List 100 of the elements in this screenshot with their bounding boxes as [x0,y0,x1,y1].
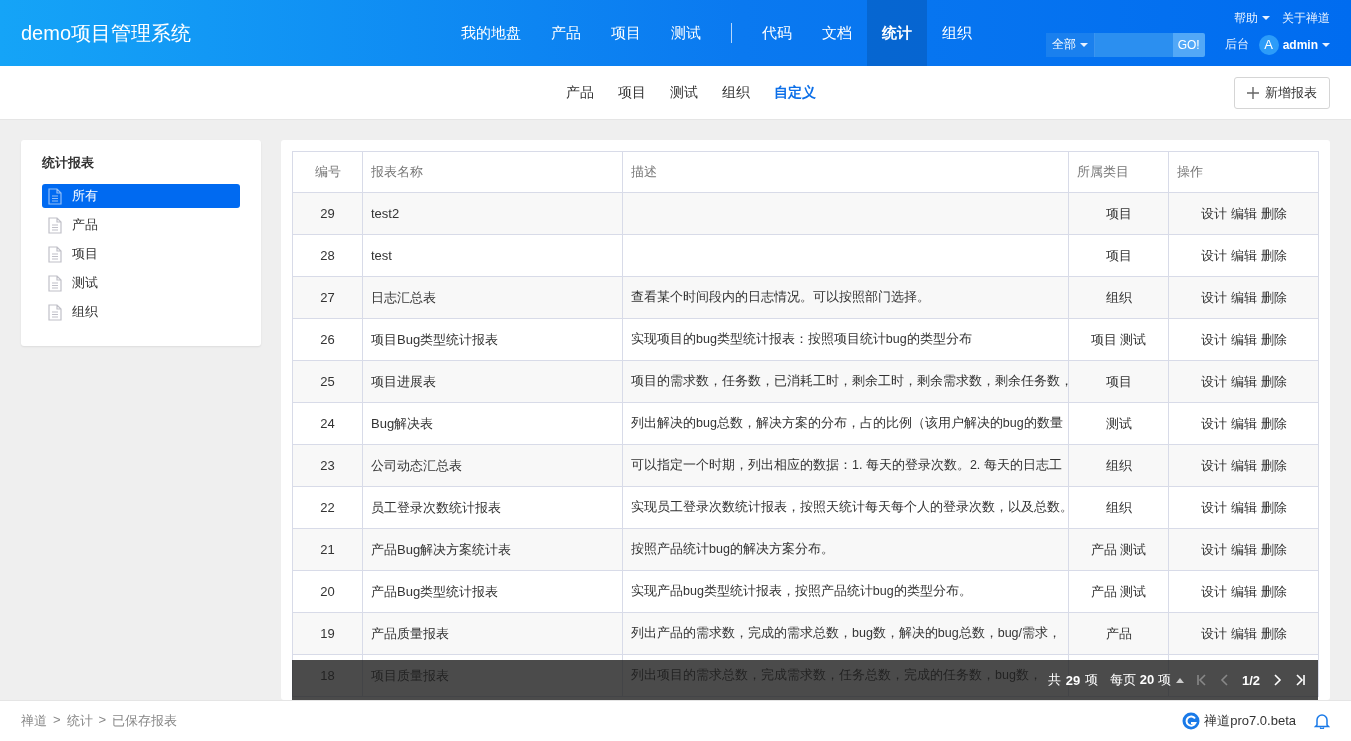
sidebar-item[interactable]: 测试 [42,271,240,295]
report-category: 组织 [1105,289,1132,305]
last-page-icon[interactable] [1294,674,1306,686]
action-link[interactable]: 设计 [1200,499,1227,515]
action-link[interactable]: 删除 [1260,499,1287,515]
nav-tab[interactable]: 组织 [927,0,987,66]
next-page-icon[interactable] [1272,674,1282,686]
action-link[interactable]: 编辑 [1230,583,1257,599]
report-name: 项目进展表 [371,373,436,389]
table-cell: 28 [320,248,335,263]
document-icon [48,303,62,321]
report-name: 项目Bug类型统计报表 [371,331,499,347]
report-category: 项目 [1105,373,1132,389]
nav-tab[interactable]: 项目 [596,0,656,66]
previous-page-icon[interactable] [1219,674,1230,686]
action-link[interactable]: 编辑 [1230,289,1257,305]
report-category: 产品 [1105,625,1132,641]
column-header: 操作 [1168,151,1319,193]
user-menu[interactable]: admin [1282,37,1330,52]
action-link[interactable]: 设计 [1200,457,1227,473]
subnav-tab[interactable]: 组织 [721,83,750,102]
action-link[interactable]: 设计 [1200,247,1227,263]
sidebar-item[interactable]: 所有 [42,184,240,208]
action-link[interactable]: 删除 [1260,541,1287,557]
action-link[interactable]: 删除 [1260,205,1287,221]
action-link[interactable]: 设计 [1200,583,1227,599]
action-link[interactable]: 删除 [1260,457,1287,473]
table-cell: 26 [320,332,335,347]
subnav-tab[interactable]: 项目 [617,83,646,102]
action-link[interactable]: 编辑 [1230,415,1257,431]
action-link[interactable]: 删除 [1260,289,1287,305]
breadcrumb-link[interactable]: 统计 [66,712,93,730]
page-indicator: 1/2 [1241,672,1260,688]
sidebar-item[interactable]: 项目 [42,242,240,266]
report-description: 查看某个时间段内的日志情况。可以按照部门选择。 [631,290,930,304]
action-link[interactable]: 编辑 [1230,457,1257,473]
nav-tab[interactable]: 我的地盘 [446,0,536,66]
action-link[interactable]: 编辑 [1230,541,1257,557]
caret-icon [1175,677,1184,683]
action-link[interactable]: 设计 [1200,541,1227,557]
action-link[interactable]: 删除 [1260,247,1287,263]
action-link[interactable]: 设计 [1200,625,1227,641]
action-link[interactable]: 设计 [1200,373,1227,389]
report-name: test2 [371,206,400,221]
column-header: 报表名称 [362,151,623,193]
add-report-button[interactable]: 新增报表 [1234,77,1330,109]
column-header: 所属类目 [1068,151,1169,193]
subnav-tab[interactable]: 测试 [669,83,698,102]
report-category: 产品 测试 [1090,583,1147,599]
column-header: 编号 [292,151,363,193]
sidebar-item[interactable]: 产品 [42,213,240,237]
help-menu[interactable]: 帮助 [1234,9,1270,27]
document-icon [48,245,62,263]
total-count: 共 29 项 [1047,671,1099,689]
admin-link[interactable]: 后台 [1224,36,1249,53]
action-link[interactable]: 设计 [1200,205,1227,221]
breadcrumb-separator: > [53,712,61,729]
breadcrumb-link[interactable]: 已保存报表 [112,712,178,730]
action-link[interactable]: 编辑 [1230,247,1257,263]
document-icon [48,216,62,234]
sidebar-item[interactable]: 组织 [42,300,240,324]
page-size-menu[interactable]: 每页 20 项 [1110,671,1184,689]
report-category: 测试 [1105,415,1132,431]
first-page-icon[interactable] [1195,674,1208,686]
search-field[interactable] [1094,32,1173,57]
bell-icon[interactable] [1314,713,1330,729]
report-category: 组织 [1105,457,1132,473]
logo-icon [1182,712,1201,730]
table-cell: 21 [320,542,335,557]
report-name: test [371,248,392,263]
action-link[interactable]: 编辑 [1230,331,1257,347]
action-link[interactable]: 设计 [1200,331,1227,347]
report-description: 实现项目的bug类型统计报表：按照项目统计bug的类型分布 [631,332,972,346]
nav-tab[interactable]: 测试 [656,0,716,66]
action-link[interactable]: 设计 [1200,289,1227,305]
table-cell: 25 [320,374,335,389]
about-link[interactable]: 关于禅道 [1282,9,1330,27]
action-link[interactable]: 删除 [1260,415,1287,431]
nav-tab[interactable]: 统计 [867,0,927,66]
search-scope-dropdown[interactable]: 全部 [1045,32,1095,57]
action-link[interactable]: 删除 [1260,625,1287,641]
nav-tab[interactable]: 代码 [747,0,807,66]
document-icon [48,274,62,292]
action-link[interactable]: 删除 [1260,331,1287,347]
action-link[interactable]: 编辑 [1230,499,1257,515]
action-link[interactable]: 编辑 [1230,373,1257,389]
report-category: 项目 [1105,247,1132,263]
action-link[interactable]: 设计 [1200,415,1227,431]
action-link[interactable]: 编辑 [1230,625,1257,641]
action-link[interactable]: 删除 [1260,583,1287,599]
subnav-tab[interactable]: 产品 [565,83,594,102]
subnav-tab[interactable]: 自定义 [773,83,816,102]
action-link[interactable]: 编辑 [1230,205,1257,221]
breadcrumb-link[interactable]: 禅道 [21,712,47,730]
nav-tab[interactable]: 文档 [807,0,867,66]
plus-icon [1247,87,1259,99]
column-header: 描述 [622,151,1069,193]
action-link[interactable]: 删除 [1260,373,1287,389]
nav-tab[interactable]: 产品 [536,0,596,66]
table-cell: 20 [320,584,335,599]
